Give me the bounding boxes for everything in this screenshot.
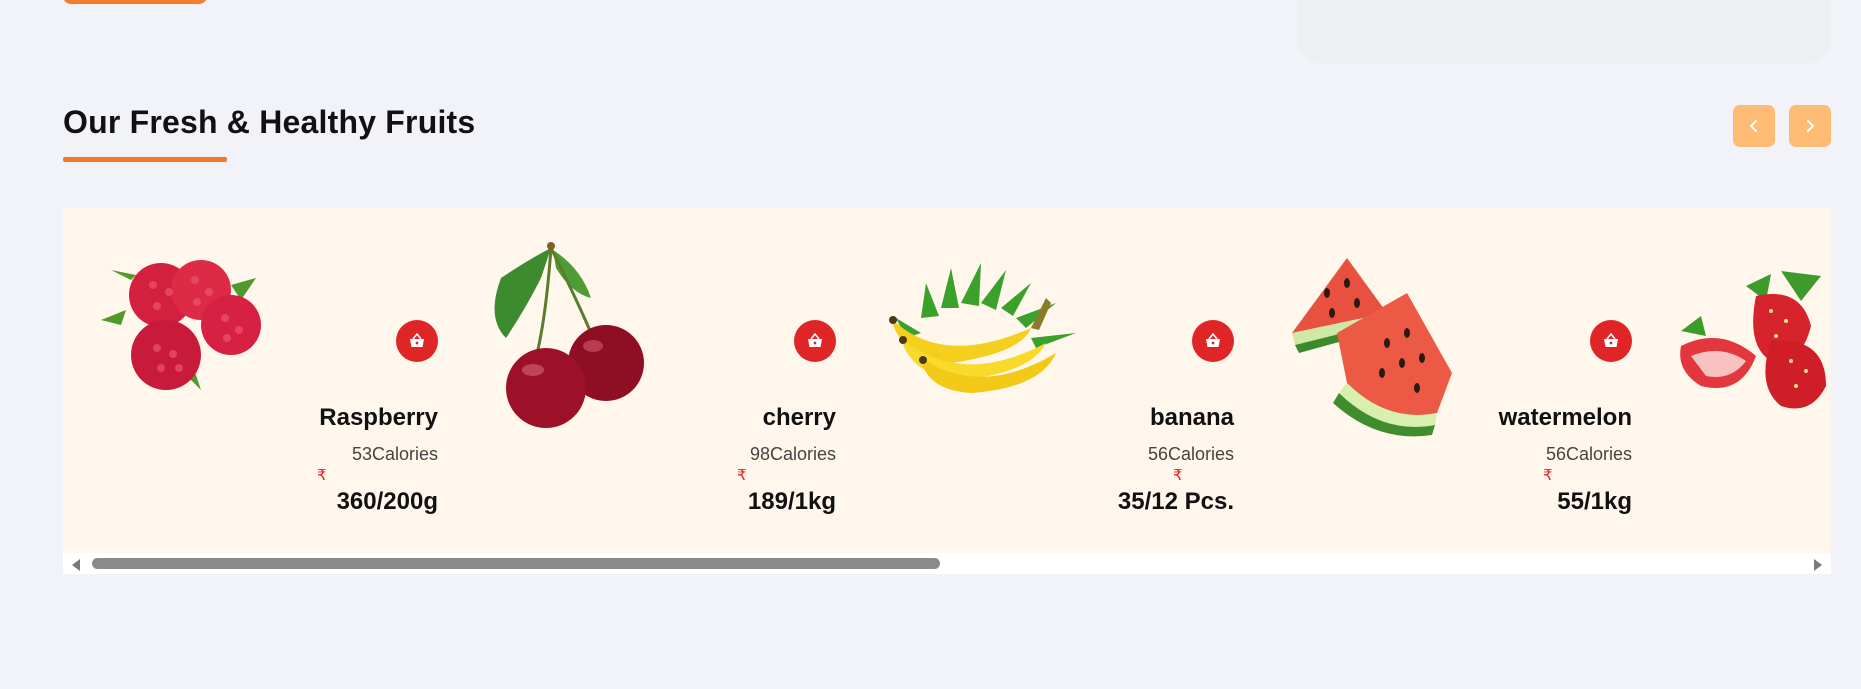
top-card [1297,0,1831,64]
add-to-cart-button[interactable] [794,320,836,362]
basket-icon [410,332,424,347]
fruit-price: 35/12 Pcs. [1117,488,1234,515]
fruit-price: 360/200g [336,488,438,515]
scrollbar-thumb[interactable] [92,558,940,569]
basket-icon [1604,332,1618,347]
top-orange-button[interactable] [63,0,207,4]
fruit-calories: 56Calories [1147,444,1234,464]
fruit-name: cherry [762,404,836,431]
scroll-left-arrow-icon[interactable] [72,559,80,571]
add-to-cart-button[interactable] [396,320,438,362]
rupee-icon: ₹ [1173,466,1183,484]
fruit-calories: 98Calories [749,444,836,464]
scroll-right-arrow-icon[interactable] [1814,559,1822,571]
add-to-cart-button[interactable] [1192,320,1234,362]
chevron-right-icon [1807,120,1814,132]
fruit-calories: 53Calories [351,444,438,464]
section-title: Our Fresh & Healthy Fruits [63,104,476,140]
cherry-image [481,238,651,428]
carousel-next-button[interactable] [1789,105,1831,147]
basket-icon [1206,332,1220,347]
fruit-calories: 56Calories [1545,444,1632,464]
fruit-card-banana[interactable]: banana 56Calories ₹ 35/12 Pcs. [859,208,1257,553]
carousel-prev-button[interactable] [1733,105,1775,147]
fruit-card-strawberry[interactable] [1655,208,1831,553]
chevron-left-icon [1750,120,1757,132]
title-underline [63,157,227,162]
strawberry-image [1661,266,1831,416]
fruit-card-cherry[interactable]: cherry 98Calories ₹ 189/1kg [461,208,859,553]
basket-icon [808,332,822,347]
fruit-name: Raspberry [319,404,438,431]
add-to-cart-button[interactable] [1590,320,1632,362]
watermelon-image [1287,253,1467,437]
rupee-icon: ₹ [317,466,327,484]
fruit-price: 55/1kg [1557,488,1632,515]
fruit-carousel: Raspberry 53Calories ₹ 360/200g cherry 9… [63,208,1831,574]
fruit-card-raspberry[interactable]: Raspberry 53Calories ₹ 360/200g [63,208,461,553]
raspberry-image [91,230,261,400]
fruit-card-watermelon[interactable]: watermelon 56Calories ₹ 55/1kg [1257,208,1655,553]
rupee-icon: ₹ [737,466,747,484]
fruit-name: watermelon [1498,404,1632,431]
carousel-track: Raspberry 53Calories ₹ 360/200g cherry 9… [63,208,1831,553]
banana-image [881,258,1081,398]
horizontal-scrollbar[interactable] [63,553,1831,574]
rupee-icon: ₹ [1543,466,1553,484]
fruit-price: 189/1kg [747,488,836,515]
fruit-name: banana [1149,404,1234,431]
